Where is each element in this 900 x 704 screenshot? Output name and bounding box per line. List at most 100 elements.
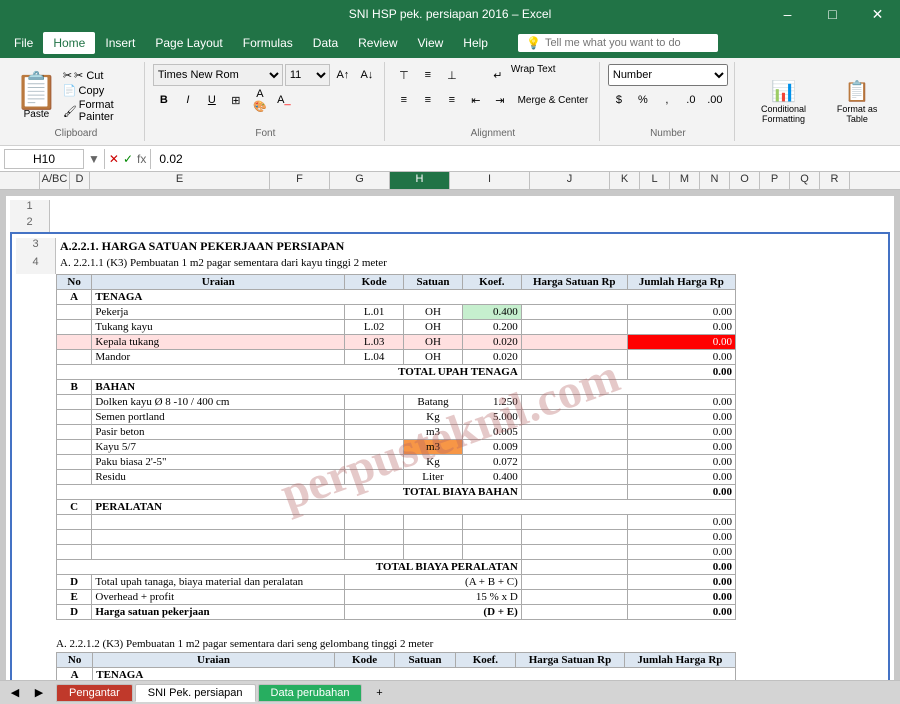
col-header-e[interactable]: E xyxy=(90,172,270,189)
cell-koef-pasir[interactable]: 0.005 xyxy=(462,425,521,440)
font-increase-button[interactable]: A↑ xyxy=(332,64,354,86)
tab-sni-pek[interactable]: SNI Pek. persiapan xyxy=(135,684,256,702)
cell-hs-tukang[interactable] xyxy=(521,320,627,335)
cell-semen[interactable]: Semen portland xyxy=(92,410,345,425)
cell-empty[interactable] xyxy=(57,530,92,545)
font-decrease-button[interactable]: A↓ xyxy=(356,64,378,86)
cell-sat-c1[interactable] xyxy=(404,515,463,530)
wrap-text-button[interactable]: ↵ xyxy=(487,64,509,86)
col-header-g[interactable]: G xyxy=(330,172,390,189)
summary-d-hs[interactable] xyxy=(521,575,627,590)
cell-jh-dolken[interactable]: 0.00 xyxy=(627,395,735,410)
font-name-select[interactable]: Times New Rom xyxy=(153,64,283,86)
cell-pekerja[interactable]: Pekerja xyxy=(92,305,345,320)
row-num-4[interactable]: 4 xyxy=(16,256,56,274)
insert-function-icon[interactable]: fx xyxy=(137,152,146,166)
align-middle-button[interactable]: ≡ xyxy=(417,64,439,86)
t2-section-a-label[interactable]: A xyxy=(57,668,93,681)
decrease-indent-button[interactable]: ⇤ xyxy=(465,89,487,111)
font-size-select[interactable]: 11 xyxy=(285,64,330,86)
italic-button[interactable]: I xyxy=(177,89,199,111)
percent-button[interactable]: % xyxy=(632,89,654,111)
cell-jh-kayu[interactable]: 0.00 xyxy=(627,440,735,455)
cell-kode-l03[interactable]: L.03 xyxy=(345,335,404,350)
menu-page-layout[interactable]: Page Layout xyxy=(145,32,232,54)
cell-kode-paku[interactable] xyxy=(345,455,404,470)
cell-kepala[interactable]: Kepala tukang xyxy=(92,335,345,350)
cell-mandor[interactable]: Mandor xyxy=(92,350,345,365)
close-button[interactable]: ✕ xyxy=(855,0,900,28)
cell-empty[interactable] xyxy=(57,410,92,425)
maximize-button[interactable]: □ xyxy=(810,0,855,28)
col-header-k[interactable]: K xyxy=(610,172,640,189)
cell-sat-m3-2[interactable]: m3 xyxy=(404,440,463,455)
cell-dolken[interactable]: Dolken kayu Ø 8 -10 / 400 cm xyxy=(92,395,345,410)
cell-total-peralatan-value[interactable]: 0.00 xyxy=(627,560,735,575)
cell-hs-kepala[interactable] xyxy=(521,335,627,350)
cell-jh-c2[interactable]: 0.00 xyxy=(627,530,735,545)
menu-help[interactable]: Help xyxy=(453,32,498,54)
cell-koef-kayu[interactable]: 0.009 xyxy=(462,440,521,455)
cell-hs-c1[interactable] xyxy=(521,515,627,530)
cell-reference-input[interactable]: H10 xyxy=(4,149,84,169)
col-header-l[interactable]: L xyxy=(640,172,670,189)
cell-kayu[interactable]: Kayu 5/7 xyxy=(92,440,345,455)
cell-kode-l04[interactable]: L.04 xyxy=(345,350,404,365)
col-header-f[interactable]: F xyxy=(270,172,330,189)
cell-jh-c1[interactable]: 0.00 xyxy=(627,515,735,530)
menu-view[interactable]: View xyxy=(408,32,454,54)
menu-home[interactable]: Home xyxy=(43,32,95,54)
cell-kode-c3[interactable] xyxy=(345,545,404,560)
col-header-i[interactable]: I xyxy=(450,172,530,189)
cell-kode-semen[interactable] xyxy=(345,410,404,425)
conditional-formatting-button[interactable]: 📊 Conditional Formatting xyxy=(743,79,824,124)
menu-formulas[interactable]: Formulas xyxy=(233,32,303,54)
row-num-1[interactable]: 1 xyxy=(10,200,50,216)
cell-jh-c3[interactable]: 0.00 xyxy=(627,545,735,560)
cell-kode-c1[interactable] xyxy=(345,515,404,530)
cell-kode-kayu[interactable] xyxy=(345,440,404,455)
comma-button[interactable]: , xyxy=(656,89,678,111)
section-a-label[interactable]: A xyxy=(57,290,92,305)
cell-2-empty[interactable] xyxy=(50,216,890,232)
section-c-label[interactable]: C xyxy=(57,500,92,515)
cell-total-bahan-value[interactable]: 0.00 xyxy=(627,485,735,500)
tab-pengantar[interactable]: Pengantar xyxy=(56,684,133,702)
format-as-table-button[interactable]: 📋 Format as Table xyxy=(828,79,886,124)
cell-koef-semen[interactable]: 5.000 xyxy=(462,410,521,425)
cell-jh-pekerja[interactable]: 0.00 xyxy=(627,305,735,320)
cell-empty[interactable] xyxy=(57,440,92,455)
menu-file[interactable]: File xyxy=(4,32,43,54)
paste-button[interactable]: 📋 Paste xyxy=(14,73,59,120)
col-header-n[interactable]: N xyxy=(700,172,730,189)
align-top-button[interactable]: ⊤ xyxy=(393,64,415,86)
merge-center-button[interactable]: Merge & Center xyxy=(513,89,593,111)
cell-koef-residu[interactable]: 0.400 xyxy=(462,470,521,485)
align-left-button[interactable]: ≡ xyxy=(393,89,415,111)
cell-kode-l02[interactable]: L.02 xyxy=(345,320,404,335)
col-header-r[interactable]: R xyxy=(820,172,850,189)
cell-sat-c3[interactable] xyxy=(404,545,463,560)
cell-koef-c1[interactable] xyxy=(462,515,521,530)
formula-input[interactable]: 0.02 xyxy=(155,152,896,166)
minimize-button[interactable]: – xyxy=(765,0,810,28)
cell-jh-residu[interactable]: 0.00 xyxy=(627,470,735,485)
border-button[interactable]: ⊞ xyxy=(225,89,247,111)
cell-1-empty[interactable] xyxy=(50,200,890,216)
cell-empty[interactable] xyxy=(57,455,92,470)
font-color-button[interactable]: A_ xyxy=(273,89,295,111)
cell-total-tenaga-value[interactable]: 0.00 xyxy=(627,365,735,380)
window-controls[interactable]: – □ ✕ xyxy=(765,0,900,28)
bold-button[interactable]: B xyxy=(153,89,175,111)
cell-koef-pekerja[interactable]: 0.400 xyxy=(462,305,521,320)
confirm-formula-icon[interactable]: ✓ xyxy=(123,152,133,166)
cell-hs-pekerja[interactable] xyxy=(521,305,627,320)
cell-jh-pasir[interactable]: 0.00 xyxy=(627,425,735,440)
summary-d-label[interactable]: D xyxy=(57,575,92,590)
cell-sat-batang[interactable]: Batang xyxy=(404,395,463,410)
cell-jh-tukang[interactable]: 0.00 xyxy=(627,320,735,335)
increase-decimal-button[interactable]: .00 xyxy=(704,89,726,111)
cell-hs-c2[interactable] xyxy=(521,530,627,545)
cell-c3[interactable] xyxy=(92,545,345,560)
cell-empty[interactable] xyxy=(57,470,92,485)
